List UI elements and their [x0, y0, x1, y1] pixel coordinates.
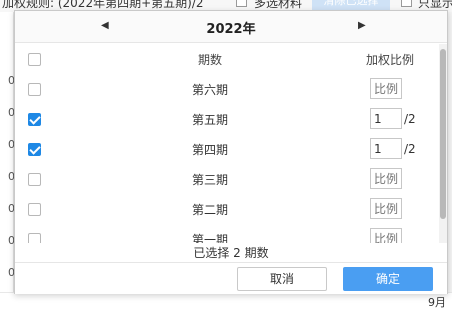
period-name: 第四期	[191, 143, 228, 157]
period-checkbox[interactable]	[28, 113, 41, 126]
period-checkbox[interactable]	[28, 173, 41, 186]
scrollbar-thumb[interactable]	[440, 49, 446, 219]
confirm-button[interactable]: 确定	[343, 267, 433, 291]
cancel-button[interactable]: 取消	[237, 267, 327, 291]
period-checkbox[interactable]	[28, 203, 41, 216]
period-checkbox[interactable]	[28, 143, 41, 156]
period-name: 第二期	[191, 203, 228, 217]
weight-input[interactable]	[370, 168, 402, 189]
multi-select-checkbox[interactable]	[236, 0, 247, 7]
show-only-checkbox[interactable]	[401, 0, 412, 7]
period-checkbox[interactable]	[28, 233, 41, 243]
weight-input[interactable]	[370, 78, 402, 99]
month-label: 9月	[428, 296, 446, 309]
clear-selection-button[interactable]: 清除已选择	[312, 0, 390, 10]
year-title: 2022年	[206, 22, 256, 37]
selection-summary: 已选择 2 期数	[193, 246, 269, 260]
weight-denominator: /2	[404, 142, 416, 156]
weight-input[interactable]	[370, 138, 402, 159]
list-scrollbar[interactable]	[439, 44, 447, 243]
weight-input[interactable]	[370, 198, 402, 219]
period-name: 第五期	[191, 113, 228, 127]
weight-input[interactable]	[370, 228, 402, 243]
period-select-popup: ◀ 2022年 ▶ 期数 加权比例 第六期 第五期 /2 第四期 /2	[14, 10, 448, 294]
background-right-edge	[448, 12, 452, 309]
popup-footer: 取消 确定	[15, 262, 447, 294]
period-name: 第一期	[191, 233, 228, 243]
period-row-6[interactable]: 第六期	[15, 74, 439, 104]
weight-input[interactable]	[370, 108, 402, 129]
select-all-checkbox[interactable]	[28, 53, 41, 66]
period-row-4[interactable]: 第四期 /2	[15, 134, 439, 164]
period-list: 期数 加权比例 第六期 第五期 /2 第四期 /2 第三期	[15, 44, 439, 243]
period-row-3[interactable]: 第三期	[15, 164, 439, 194]
period-row-1[interactable]: 第一期	[15, 224, 439, 243]
period-row-5[interactable]: 第五期 /2	[15, 104, 439, 134]
period-checkbox[interactable]	[28, 83, 41, 96]
next-year-icon[interactable]: ▶	[358, 20, 366, 31]
period-name: 第三期	[191, 173, 228, 187]
background-bottom-strip: 9月	[0, 292, 452, 309]
period-column-header: 期数	[197, 53, 222, 67]
period-row-2[interactable]: 第二期	[15, 194, 439, 224]
background-left-column: 0 0 0 0 0 0 0	[0, 12, 15, 309]
weight-column-header: 加权比例	[366, 53, 415, 67]
year-navigation: ◀ 2022年 ▶	[15, 11, 447, 43]
list-header: 期数 加权比例	[15, 44, 439, 74]
weight-denominator: /2	[404, 112, 416, 126]
period-name: 第六期	[191, 83, 228, 97]
